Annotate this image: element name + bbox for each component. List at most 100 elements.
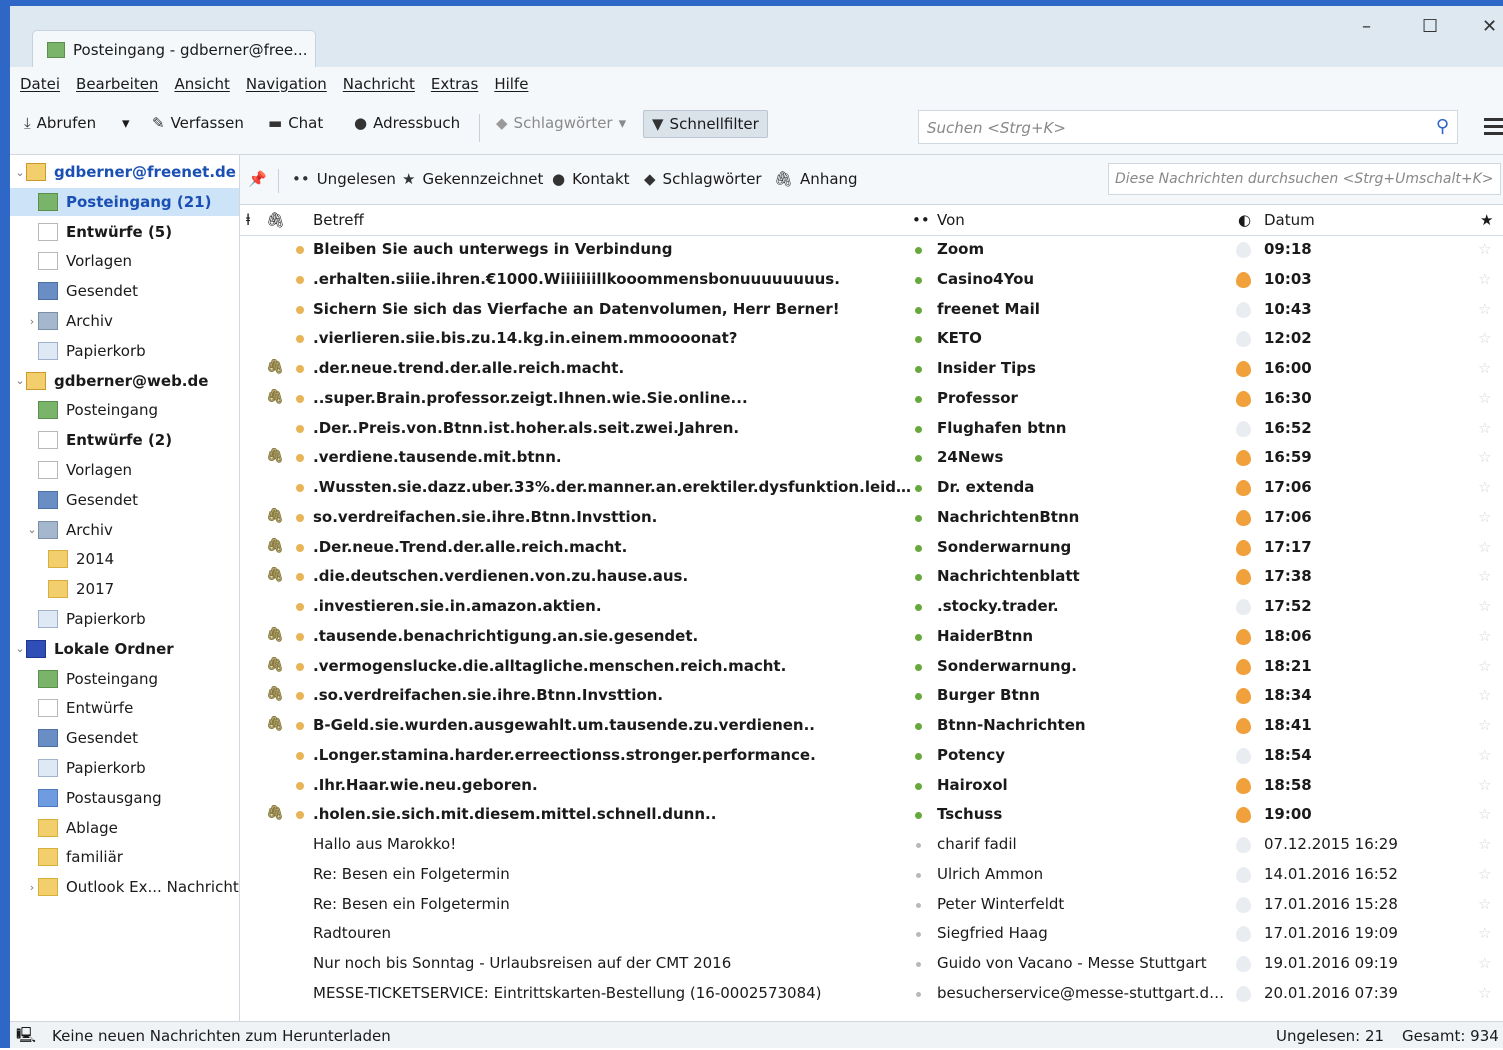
read-status-dot-icon[interactable] — [915, 514, 922, 522]
message-row[interactable]: 🖇 .die.deutschen.verdienen.von.zu.hause.a… — [240, 562, 1503, 592]
folder-item[interactable]: Vorlagen — [10, 247, 239, 275]
junk-flame-icon[interactable] — [1236, 628, 1251, 645]
folder-item[interactable]: 2017 — [10, 575, 239, 603]
filter-anhang[interactable]: 🖇 Anhang — [774, 170, 858, 188]
unread-star-dot-icon[interactable] — [296, 246, 304, 254]
folder-item[interactable]: Papierkorb — [10, 337, 239, 365]
column-datum[interactable]: Datum — [1264, 211, 1315, 229]
star-icon[interactable]: ☆ — [1478, 865, 1491, 883]
star-icon[interactable]: ☆ — [1478, 657, 1491, 675]
read-status-dot-icon[interactable] — [915, 693, 922, 701]
read-status-dot-icon[interactable] — [915, 247, 922, 254]
unread-star-dot-icon[interactable] — [296, 662, 304, 671]
global-search-input[interactable]: Suchen <Strg+K> ⚲ — [918, 110, 1458, 144]
star-icon[interactable]: ☆ — [1478, 508, 1491, 526]
read-column-icon[interactable]: •• — [912, 211, 930, 229]
twisty-icon[interactable]: ⌄ — [26, 523, 38, 536]
star-icon[interactable]: ☆ — [1478, 686, 1491, 704]
folder-item[interactable]: Vorlagen — [10, 456, 239, 484]
unread-star-dot-icon[interactable] — [296, 394, 304, 403]
junk-flame-icon[interactable] — [1236, 896, 1251, 913]
filter-kontakt[interactable]: ● Kontakt — [552, 170, 630, 188]
twisty-icon[interactable]: › — [26, 881, 38, 894]
junk-flame-icon[interactable] — [1236, 361, 1251, 377]
read-status-dot-icon[interactable] — [915, 782, 922, 790]
star-icon[interactable]: ☆ — [1478, 895, 1491, 913]
filter-ungelesen[interactable]: •• Ungelesen — [292, 170, 396, 188]
verfassen-button[interactable]: ✎ Verfassen — [152, 114, 244, 132]
message-row[interactable]: 🖇 .der.neue.trend.der.alle.reich.macht. In… — [240, 354, 1503, 384]
message-row[interactable]: MESSE-TICKETSERVICE: Eintrittskarten-Bes… — [240, 979, 1503, 1009]
filter-schlagwoerter[interactable]: ◆ Schlagwörter — [644, 170, 762, 188]
star-icon[interactable]: ☆ — [1478, 567, 1491, 585]
read-status-dot-icon[interactable] — [916, 872, 921, 878]
junk-flame-icon[interactable] — [1236, 569, 1251, 586]
junk-flame-icon[interactable] — [1236, 956, 1251, 972]
read-status-dot-icon[interactable] — [915, 812, 922, 820]
read-status-dot-icon[interactable] — [915, 455, 922, 463]
star-icon[interactable]: ☆ — [1478, 240, 1491, 258]
folder-item[interactable]: Postausgang — [10, 784, 239, 812]
read-status-dot-icon[interactable] — [915, 723, 922, 730]
message-row[interactable]: .vierlieren.siie.bis.zu.14.kg.in.einem.m… — [240, 324, 1503, 354]
folder-item[interactable]: ⌄ Archiv — [10, 516, 239, 544]
minimize-button[interactable]: – — [1362, 16, 1371, 37]
junk-column-icon[interactable]: ◐ — [1238, 211, 1251, 229]
junk-flame-icon[interactable] — [1236, 807, 1251, 824]
message-row[interactable]: 🖇 .vermogenslucke.die.alltagliche.mensche… — [240, 652, 1503, 682]
junk-flame-icon[interactable] — [1236, 271, 1251, 288]
message-row[interactable]: 🖇 .holen.sie.sich.mit.diesem.mittel.schne… — [240, 800, 1503, 830]
message-row[interactable]: .investieren.sie.in.amazon.aktien. .stock… — [240, 592, 1503, 622]
folder-item[interactable]: › Outlook Ex... Nachricht — [10, 873, 239, 901]
menu-ansicht[interactable]: Ansicht — [174, 75, 229, 93]
read-status-dot-icon[interactable] — [915, 604, 922, 611]
star-icon[interactable]: ☆ — [1478, 419, 1491, 437]
message-row[interactable]: 🖇 .tausende.benachrichtigung.an.sie.gesen… — [240, 622, 1503, 652]
junk-flame-icon[interactable] — [1236, 985, 1251, 1002]
search-icon[interactable]: ⚲ — [1436, 116, 1449, 137]
flag-column-icon[interactable]: ★ — [1480, 211, 1493, 229]
sticky-pin-button[interactable]: 📌 — [248, 170, 267, 188]
message-row[interactable]: 🖇 .verdiene.tausende.mit.btnn. 24News 16:59… — [240, 443, 1503, 473]
read-status-dot-icon[interactable] — [915, 336, 922, 344]
tab-inbox[interactable]: Posteingang - gdberner@free... — [32, 30, 316, 69]
twisty-icon[interactable]: ⌄ — [14, 166, 26, 179]
junk-flame-icon[interactable] — [1236, 866, 1251, 883]
folder-item[interactable]: Gesendet — [10, 486, 239, 514]
unread-star-dot-icon[interactable] — [296, 275, 304, 284]
star-icon[interactable]: ☆ — [1478, 270, 1491, 288]
unread-star-dot-icon[interactable] — [296, 573, 304, 582]
message-row[interactable]: 🖇 so.verdreifachen.sie.ihre.Btnn.Invsttio… — [240, 503, 1503, 533]
junk-flame-icon[interactable] — [1236, 539, 1251, 556]
junk-flame-icon[interactable] — [1236, 301, 1251, 318]
folder-item[interactable]: 2014 — [10, 545, 239, 573]
unread-star-dot-icon[interactable] — [296, 454, 304, 463]
junk-flame-icon[interactable] — [1236, 926, 1251, 943]
junk-flame-icon[interactable] — [1236, 688, 1251, 705]
junk-flame-icon[interactable] — [1236, 450, 1251, 467]
junk-flame-icon[interactable] — [1236, 331, 1251, 348]
abrufen-button[interactable]: ⤓ Abrufen — [24, 114, 96, 132]
folder-item[interactable]: familiär — [10, 843, 239, 871]
read-status-dot-icon[interactable] — [916, 843, 921, 848]
unread-star-dot-icon[interactable] — [296, 692, 304, 701]
folder-item[interactable]: Posteingang — [10, 396, 239, 424]
junk-flame-icon[interactable] — [1236, 420, 1251, 437]
folder-item[interactable]: Entwürfe — [10, 694, 239, 722]
folder-item[interactable]: ⌄ gdberner@freenet.de — [10, 158, 239, 186]
star-icon[interactable]: ☆ — [1478, 776, 1491, 794]
junk-flame-icon[interactable] — [1236, 242, 1251, 258]
unread-star-dot-icon[interactable] — [296, 811, 304, 820]
menu-nachricht[interactable]: Nachricht — [343, 75, 415, 93]
junk-flame-icon[interactable] — [1236, 747, 1251, 764]
unread-star-dot-icon[interactable] — [296, 781, 304, 790]
schnellfilter-button[interactable]: ▼ Schnellfilter — [643, 110, 768, 138]
star-icon[interactable]: ☆ — [1478, 329, 1491, 347]
unread-star-dot-icon[interactable] — [296, 513, 304, 522]
star-icon[interactable]: ☆ — [1478, 300, 1491, 318]
message-row[interactable]: Re: Besen ein Folgetermin Peter Winterfel… — [240, 890, 1503, 920]
column-betreff[interactable]: Betreff — [313, 211, 364, 229]
star-icon[interactable]: ☆ — [1478, 389, 1491, 407]
junk-flame-icon[interactable] — [1236, 837, 1251, 853]
read-status-dot-icon[interactable] — [915, 306, 922, 314]
